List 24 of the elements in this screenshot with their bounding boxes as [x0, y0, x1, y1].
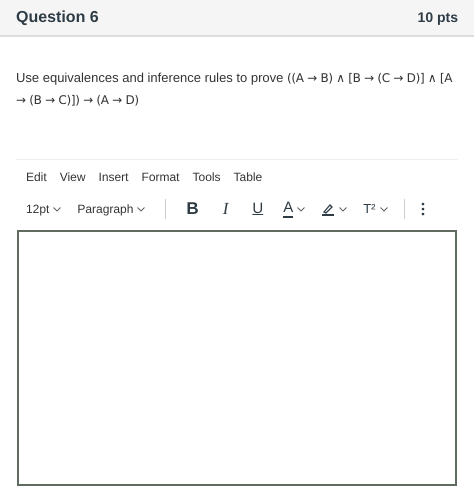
font-color-button[interactable]: A [279, 200, 310, 218]
chevron-down-icon [137, 206, 146, 212]
chevron-down-icon [297, 206, 306, 212]
dropdown-button[interactable]: 12pt [22, 200, 66, 218]
menu-item[interactable]: View [60, 168, 86, 186]
menu-item[interactable]: Table [234, 168, 262, 186]
menu-item[interactable]: Insert [98, 168, 128, 186]
question-text: Use equivalences and inference rules to prove ((A → B) ∧ [B → (C → D)] ∧ [A → (B → C)]) → (A → D) [16, 69, 454, 109]
menu-item[interactable]: Format [142, 168, 180, 186]
question-title: Question 6 [16, 8, 99, 28]
highlighter-pen-icon [321, 202, 336, 216]
dropdown-button[interactable]: Paragraph [73, 200, 150, 218]
italic-button[interactable]: I [214, 196, 236, 222]
menu-item[interactable]: Edit [26, 168, 47, 186]
editor-area[interactable] [17, 230, 457, 486]
bold-button[interactable]: B [178, 196, 207, 222]
chevron-down-icon [53, 206, 62, 212]
more-icon [420, 202, 424, 216]
menu-item[interactable]: Tools [192, 168, 221, 186]
chevron-down-icon [339, 206, 348, 212]
underline-button[interactable]: U [244, 198, 272, 220]
points-label: 10 pts [418, 8, 458, 27]
superscript-button[interactable]: T² [359, 199, 392, 219]
chevron-down-icon [380, 206, 388, 212]
